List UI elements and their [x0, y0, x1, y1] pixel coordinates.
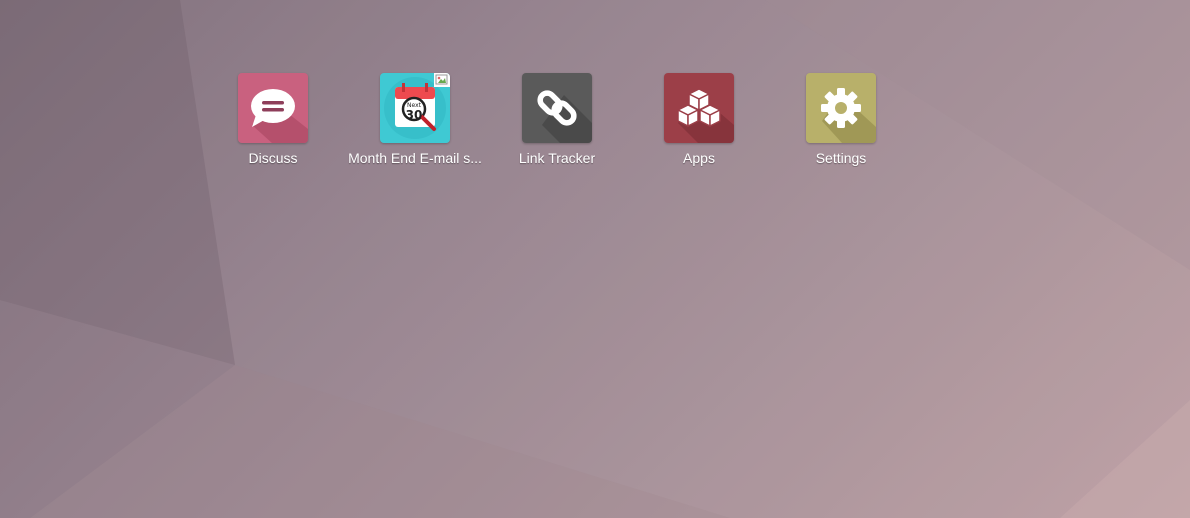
app-grid: Discuss Next 30 Month End E-mail s... Li… [202, 73, 912, 167]
app-month-end-email[interactable]: Next 30 Month End E-mail s... [344, 73, 486, 167]
app-settings[interactable]: Settings [770, 73, 912, 167]
app-label: Month End E-mail s... [348, 150, 482, 166]
app-apps[interactable]: Apps [628, 73, 770, 167]
app-label: Link Tracker [518, 150, 596, 166]
calendar-number: 30 [406, 108, 423, 122]
app-label: Discuss [248, 150, 298, 166]
home-menu: Discuss Next 30 Month End E-mail s... Li… [0, 0, 1190, 518]
app-label: Apps [683, 150, 715, 166]
chain-link-icon [522, 73, 592, 143]
cubes-icon [664, 73, 734, 143]
broken-image-icon [434, 73, 450, 87]
app-link-tracker[interactable]: Link Tracker [486, 73, 628, 167]
app-label: Settings [815, 150, 867, 166]
gear-icon [806, 73, 876, 143]
speech-bubble-icon [238, 73, 308, 143]
app-discuss[interactable]: Discuss [202, 73, 344, 167]
calendar-search-icon: Next 30 [380, 73, 450, 143]
